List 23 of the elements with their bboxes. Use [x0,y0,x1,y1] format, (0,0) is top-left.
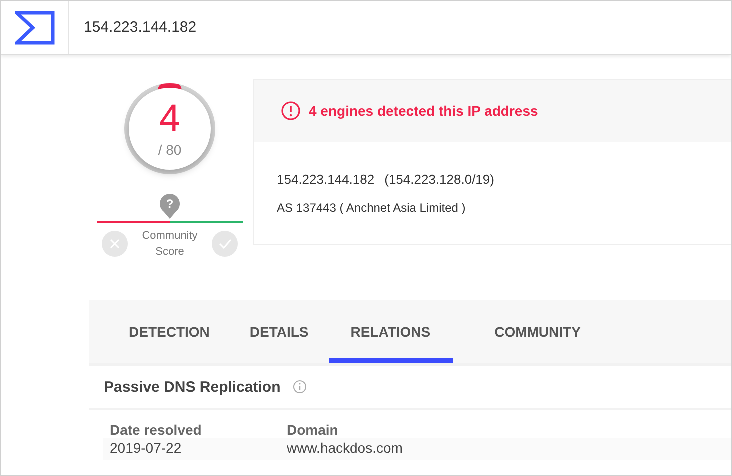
tab[interactable]: DETECTION [109,300,230,363]
column-header: Date resolved [109,422,203,438]
ip-network: (154.223.128.0/19) [384,172,494,187]
question-pin-icon: ? [159,193,181,219]
detection-count: 4 [159,100,181,138]
close-icon[interactable] [102,231,128,257]
tab[interactable]: DETAILS [230,300,329,363]
info-icon[interactable] [292,380,307,394]
alert-icon [281,101,301,121]
search-field[interactable]: 154.223.144.182 [69,1,731,54]
checkmark-icon[interactable] [212,231,238,257]
engine-total: / 80 [158,142,182,158]
tab[interactable]: COMMUNITY [474,300,601,363]
as-owner: AS 137443 ( Anchnet Asia Limited ) [277,201,467,215]
column-header: Domain [287,422,338,438]
table-cell: www.hackdos.com [287,440,403,456]
tab[interactable]: RELATIONS [328,300,453,363]
section-title: Passive DNS Replication [104,378,281,396]
alert-text: 4 engines detected this IP address [309,103,538,119]
table-cell-text: 2019-07-22 [109,440,183,456]
sigma-logo-icon[interactable] [14,10,54,44]
community-score-label: Community Score [141,229,199,260]
ip-address: 154.223.144.182 [277,172,375,187]
